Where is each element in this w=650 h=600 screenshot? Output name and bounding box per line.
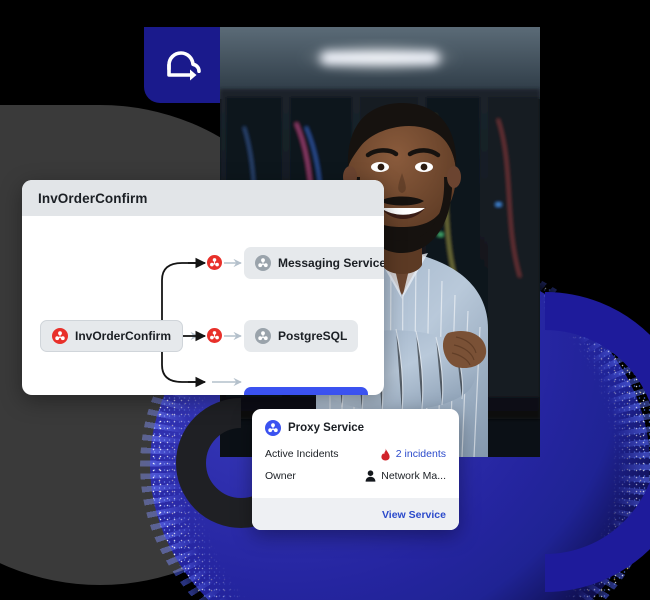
popup-row-owner: Owner Network Ma... bbox=[265, 465, 446, 487]
graph-card-header: InvOrderConfirm bbox=[22, 180, 384, 216]
cloud-arrow-icon bbox=[167, 51, 201, 81]
graph-node-label: Messaging Service bbox=[278, 256, 384, 270]
popup-row-active-incidents: Active Incidents 2 incidents bbox=[265, 443, 446, 465]
popup-title: Proxy Service bbox=[288, 422, 365, 434]
graph-connectors bbox=[161, 257, 242, 388]
person-icon bbox=[365, 470, 376, 482]
flame-icon bbox=[381, 448, 390, 460]
graph-node-invorderconfirm[interactable]: InvOrderConfirm bbox=[40, 320, 184, 352]
graph-canvas: InvOrderConfirm Messaging Service Postgr… bbox=[22, 216, 384, 395]
error-hub-icon-postgres[interactable] bbox=[207, 328, 222, 343]
graph-node-label: PostgreSQL bbox=[278, 329, 348, 343]
graph-node-messaging-service[interactable]: Messaging Service bbox=[244, 247, 384, 279]
graph-node-proxy-service[interactable]: Proxy Service bbox=[244, 387, 369, 395]
graph-node-postgresql[interactable]: PostgreSQL bbox=[244, 320, 359, 352]
page-title: InvOrderConfirm bbox=[38, 190, 148, 206]
service-hub-icon bbox=[255, 328, 271, 344]
popup-row-value-wrap[interactable]: Network Ma... bbox=[365, 470, 446, 482]
popup-header: Proxy Service bbox=[252, 409, 459, 443]
view-service-link[interactable]: View Service bbox=[382, 509, 446, 521]
composition-stage: InvOrderConfirm InvOrderConfirm Messagin… bbox=[0, 0, 650, 600]
error-hub-icon-messaging[interactable] bbox=[207, 255, 222, 270]
service-hub-icon bbox=[255, 255, 271, 271]
popup-row-value: 2 incidents bbox=[395, 448, 446, 460]
popup-row-label: Active Incidents bbox=[265, 448, 339, 460]
service-detail-popup: Proxy Service Active Incidents 2 inciden… bbox=[252, 409, 459, 530]
popup-row-value-wrap[interactable]: 2 incidents bbox=[380, 448, 446, 461]
service-graph-card: InvOrderConfirm InvOrderConfirm Messagin… bbox=[22, 180, 384, 395]
graph-node-label: InvOrderConfirm bbox=[75, 329, 172, 343]
popup-rows: Active Incidents 2 incidents Owner Netwo… bbox=[252, 443, 459, 498]
popup-row-label: Owner bbox=[265, 470, 296, 482]
cloud-arrow-logo-badge bbox=[144, 27, 220, 103]
popup-footer: View Service bbox=[252, 498, 459, 530]
popup-row-value: Network Ma... bbox=[381, 470, 446, 482]
service-hub-icon bbox=[52, 328, 68, 344]
service-hub-icon bbox=[265, 420, 281, 436]
